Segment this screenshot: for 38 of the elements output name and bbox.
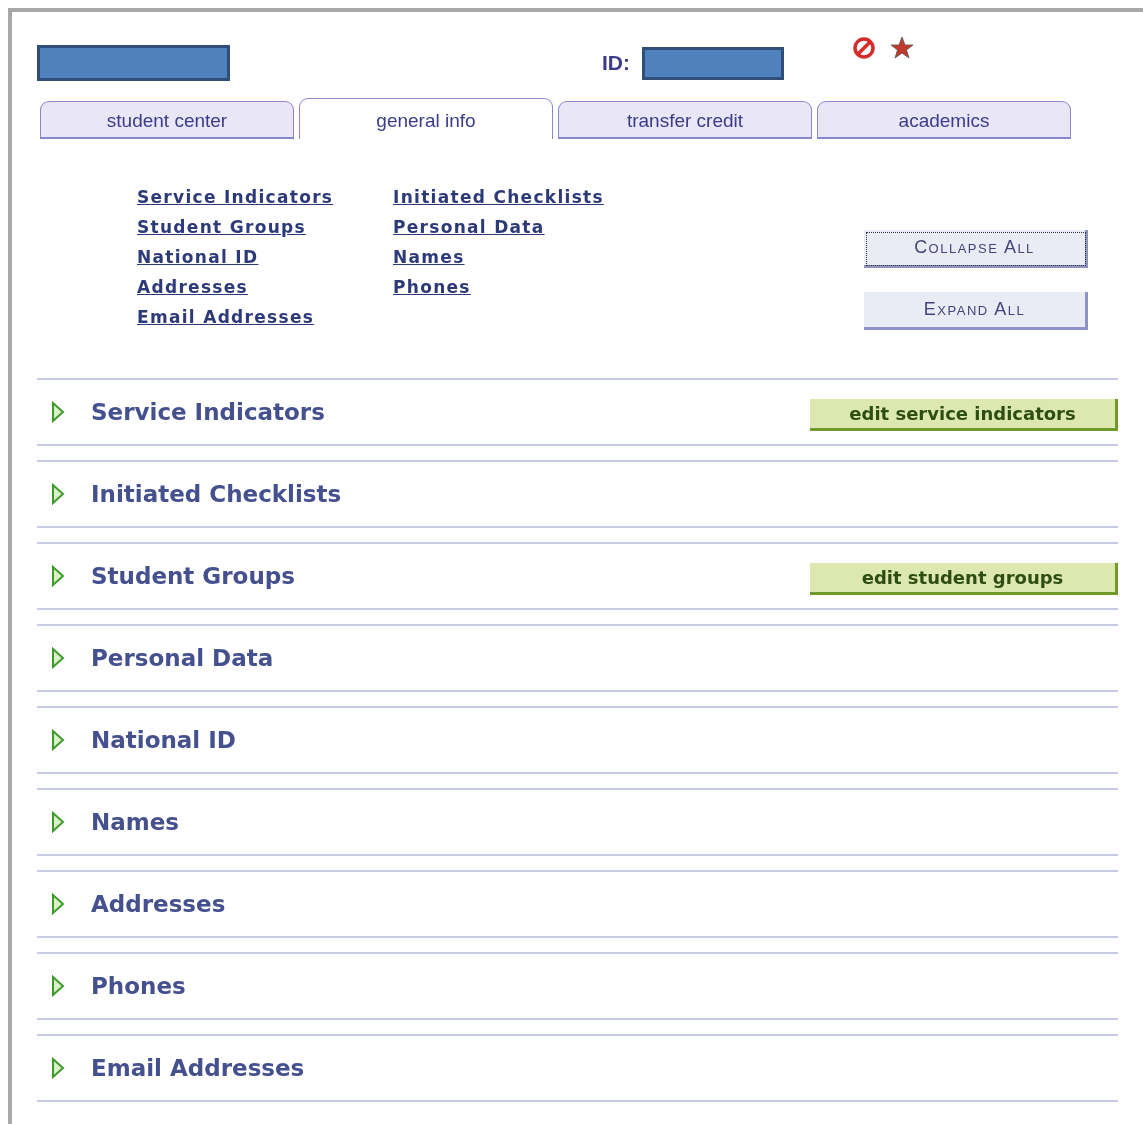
expand-arrow-icon[interactable]	[51, 1057, 65, 1079]
expand-all-button[interactable]: Expand All	[864, 292, 1088, 330]
section-title[interactable]: Service Indicators	[91, 399, 810, 425]
expand-arrow-icon[interactable]	[51, 483, 65, 505]
section-link[interactable]: Student Groups	[137, 217, 393, 237]
section-title[interactable]: Names	[91, 809, 1118, 835]
expand-arrow-icon[interactable]	[51, 811, 65, 833]
section-link[interactable]: Phones	[393, 277, 649, 297]
expand-arrow-icon[interactable]	[51, 893, 65, 915]
section-link[interactable]: Addresses	[137, 277, 393, 297]
section-link[interactable]: Initiated Checklists	[393, 187, 649, 207]
section-link[interactable]: Service Indicators	[137, 187, 393, 207]
expand-arrow-icon[interactable]	[51, 975, 65, 997]
section-link[interactable]: Personal Data	[393, 217, 649, 237]
section-title[interactable]: Phones	[91, 973, 1118, 999]
expand-arrow-icon[interactable]	[51, 565, 65, 587]
section-link[interactable]: National ID	[137, 247, 393, 267]
section-title[interactable]: Email Addresses	[91, 1055, 1118, 1081]
section-link[interactable]: Email Addresses	[137, 307, 393, 327]
prohibited-icon[interactable]	[852, 36, 876, 60]
id-label: ID:	[602, 51, 630, 75]
collapse-all-button[interactable]: Collapse All	[864, 230, 1088, 268]
expand-arrow-icon[interactable]	[51, 401, 65, 423]
edit-button[interactable]: edit service indicators	[810, 399, 1118, 431]
edit-button[interactable]: edit student groups	[810, 563, 1118, 595]
section-title[interactable]: Addresses	[91, 891, 1118, 917]
tab[interactable]: academics	[817, 101, 1071, 139]
section-link[interactable]: Names	[393, 247, 649, 267]
section-title[interactable]: Initiated Checklists	[91, 481, 1118, 507]
expand-arrow-icon[interactable]	[51, 729, 65, 751]
section-title[interactable]: Student Groups	[91, 563, 810, 589]
star-icon[interactable]	[890, 36, 914, 60]
expand-arrow-icon[interactable]	[51, 647, 65, 669]
tab[interactable]: transfer credit	[558, 101, 812, 139]
section-title[interactable]: Personal Data	[91, 645, 1118, 671]
section-title[interactable]: National ID	[91, 727, 1118, 753]
tab[interactable]: general info	[299, 98, 553, 139]
tab[interactable]: student center	[40, 101, 294, 139]
